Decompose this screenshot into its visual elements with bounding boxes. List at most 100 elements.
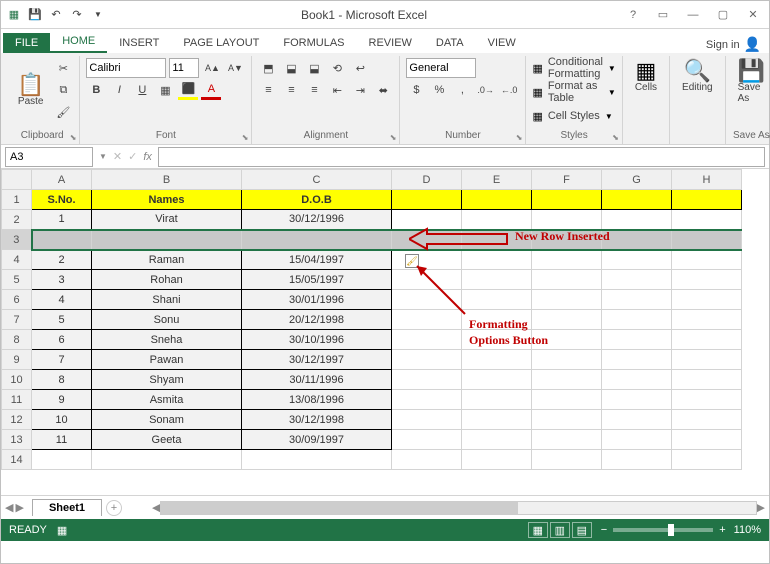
zoom-out-button[interactable]: − <box>601 524 607 536</box>
cell[interactable]: 10 <box>32 410 92 430</box>
cell[interactable]: Pawan <box>92 350 242 370</box>
cell[interactable]: 30/12/1996 <box>242 210 392 230</box>
saveas-button[interactable]: 💾Save As <box>732 58 770 106</box>
row-header[interactable]: 13 <box>2 430 32 450</box>
cell[interactable]: 30/11/1996 <box>242 370 392 390</box>
col-header-F[interactable]: F <box>532 170 602 190</box>
percent-icon[interactable]: % <box>429 80 449 100</box>
row-header[interactable]: 7 <box>2 310 32 330</box>
decrease-indent-icon[interactable]: ⇤ <box>327 80 347 100</box>
row-header[interactable]: 14 <box>2 450 32 470</box>
conditional-formatting-button[interactable]: Conditional Formatting <box>546 58 605 78</box>
cell[interactable]: Sonu <box>92 310 242 330</box>
border-button[interactable]: ▦ <box>155 80 175 100</box>
tab-data[interactable]: DATA <box>424 33 476 53</box>
normal-view-button[interactable]: ▦ <box>528 522 548 538</box>
tab-insert[interactable]: INSERT <box>107 33 171 53</box>
row-header[interactable]: 6 <box>2 290 32 310</box>
cancel-icon[interactable]: ✕ <box>113 150 122 163</box>
cell[interactable]: 30/01/1996 <box>242 290 392 310</box>
tab-formulas[interactable]: FORMULAS <box>271 33 356 53</box>
number-format-select[interactable] <box>406 58 476 78</box>
row-header[interactable]: 12 <box>2 410 32 430</box>
comma-icon[interactable]: , <box>452 80 472 100</box>
paste-button[interactable]: 📋Paste <box>11 72 50 109</box>
increase-decimal-icon[interactable]: .0→ <box>475 80 496 100</box>
cell[interactable]: Sneha <box>92 330 242 350</box>
tab-review[interactable]: REVIEW <box>357 33 424 53</box>
cell[interactable]: 11 <box>32 430 92 450</box>
currency-icon[interactable]: $ <box>406 80 426 100</box>
spreadsheet-grid[interactable]: ABCDEFGH1S.No.NamesD.O.B21Virat30/12/199… <box>1 169 769 495</box>
help-icon[interactable]: ? <box>621 5 645 25</box>
merge-center-icon[interactable]: ⬌ <box>373 80 393 100</box>
format-as-table-button[interactable]: Format as Table <box>546 82 605 102</box>
cell[interactable]: Sonam <box>92 410 242 430</box>
cell[interactable]: 8 <box>32 370 92 390</box>
increase-indent-icon[interactable]: ⇥ <box>350 80 370 100</box>
cell[interactable]: 20/12/1998 <box>242 310 392 330</box>
cell[interactable]: D.O.B <box>242 190 392 210</box>
add-sheet-button[interactable]: + <box>106 500 122 516</box>
fx-icon[interactable]: fx <box>143 151 152 163</box>
col-header-E[interactable]: E <box>462 170 532 190</box>
dropdown-icon[interactable]: ▼ <box>99 152 107 161</box>
save-icon[interactable]: 💾 <box>26 6 44 24</box>
underline-button[interactable]: U <box>132 80 152 100</box>
row-header[interactable]: 10 <box>2 370 32 390</box>
qat-dropdown-icon[interactable]: ▼ <box>89 6 107 24</box>
horizontal-scrollbar[interactable]: ◀ ▶ <box>152 501 765 515</box>
close-icon[interactable]: ✕ <box>741 5 765 25</box>
cell-styles-button[interactable]: Cell Styles <box>546 106 602 126</box>
sheet-tab-sheet1[interactable]: Sheet1 <box>32 499 102 516</box>
row-header[interactable]: 3 <box>2 230 32 250</box>
tab-view[interactable]: VIEW <box>476 33 528 53</box>
cell[interactable]: Rohan <box>92 270 242 290</box>
cell[interactable]: S.No. <box>32 190 92 210</box>
fill-color-button[interactable]: ⬛ <box>178 80 198 100</box>
redo-icon[interactable]: ↷ <box>68 6 86 24</box>
page-break-view-button[interactable]: ▤ <box>572 522 592 538</box>
minimize-icon[interactable]: — <box>681 5 705 25</box>
row-header[interactable]: 5 <box>2 270 32 290</box>
cell[interactable]: 9 <box>32 390 92 410</box>
cell[interactable]: Shyam <box>92 370 242 390</box>
cell[interactable]: Names <box>92 190 242 210</box>
bold-button[interactable]: B <box>86 80 106 100</box>
tab-pagelayout[interactable]: PAGE LAYOUT <box>171 33 271 53</box>
row-header[interactable]: 4 <box>2 250 32 270</box>
zoom-level[interactable]: 110% <box>734 524 761 536</box>
row-header[interactable]: 9 <box>2 350 32 370</box>
ribbon-options-icon[interactable]: ▭ <box>651 5 675 25</box>
format-painter-icon[interactable]: 🖌 <box>53 102 73 122</box>
cell[interactable]: 15/05/1997 <box>242 270 392 290</box>
col-header-C[interactable]: C <box>242 170 392 190</box>
cell[interactable]: 4 <box>32 290 92 310</box>
orientation-icon[interactable]: ⟲ <box>327 58 347 78</box>
scroll-left-icon[interactable]: ◀ <box>152 501 160 514</box>
col-header-G[interactable]: G <box>602 170 672 190</box>
cell[interactable]: 30/12/1998 <box>242 410 392 430</box>
tab-home[interactable]: HOME <box>50 31 107 53</box>
macro-record-icon[interactable]: ▦ <box>57 524 67 537</box>
name-box[interactable] <box>5 147 93 167</box>
row-header[interactable]: 8 <box>2 330 32 350</box>
cell[interactable]: 7 <box>32 350 92 370</box>
align-bottom-icon[interactable]: ⬓ <box>304 58 324 78</box>
align-middle-icon[interactable]: ⬓ <box>281 58 301 78</box>
cell[interactable]: 15/04/1997 <box>242 250 392 270</box>
row-header[interactable]: 1 <box>2 190 32 210</box>
align-left-icon[interactable]: ≡ <box>258 80 278 100</box>
cell[interactable]: 13/08/1996 <box>242 390 392 410</box>
font-name-select[interactable] <box>86 58 166 78</box>
cell[interactable]: Asmita <box>92 390 242 410</box>
cell[interactable]: 30/12/1997 <box>242 350 392 370</box>
increase-font-icon[interactable]: A▲ <box>202 58 222 78</box>
cut-icon[interactable]: ✂ <box>53 58 73 78</box>
font-color-button[interactable]: A <box>201 80 221 100</box>
cell[interactable]: 2 <box>32 250 92 270</box>
cell[interactable]: 30/09/1997 <box>242 430 392 450</box>
formula-bar[interactable] <box>158 147 765 167</box>
zoom-in-button[interactable]: + <box>719 524 725 536</box>
col-header-A[interactable]: A <box>32 170 92 190</box>
